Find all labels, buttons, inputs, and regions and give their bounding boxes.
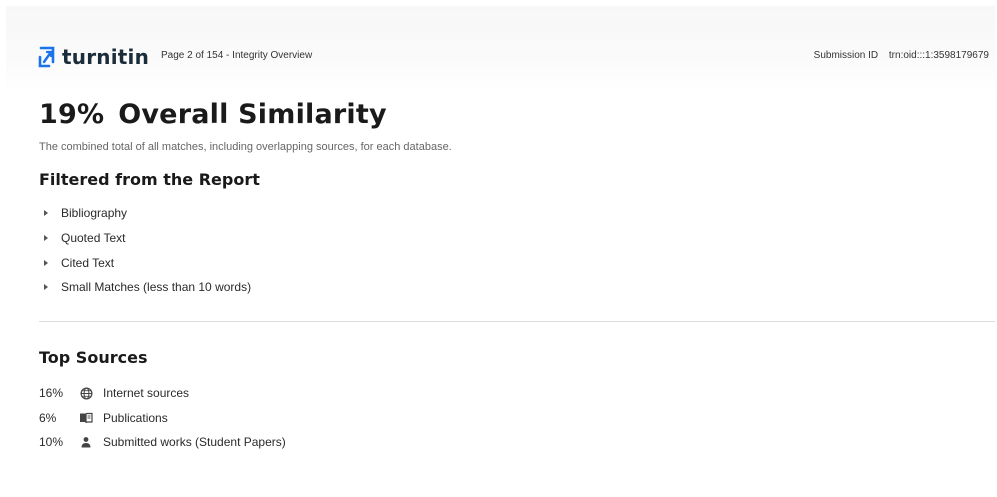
submission-info: Submission ID trn:oid:::1:3598179679 — [814, 50, 989, 61]
source-row-publications: 6% Publications — [39, 405, 995, 430]
similarity-percent: 19% — [39, 99, 105, 130]
book-icon — [79, 411, 93, 425]
top-sources-heading: Top Sources — [39, 347, 148, 367]
report-content: 19% Overall Similarity The combined total… — [39, 98, 995, 454]
source-row-submitted-works: 10% Submitted works (Student Papers) — [39, 430, 995, 455]
source-row-internet: 16% Internet sources — [39, 381, 995, 406]
logo-text: turnitin — [62, 45, 150, 69]
filtered-item-label: Quoted Text — [61, 231, 126, 246]
globe-icon — [79, 386, 93, 400]
filtered-list: Bibliography Quoted Text Cited Text Smal… — [39, 201, 995, 300]
source-label: Internet sources — [103, 386, 190, 400]
bullet-triangle-icon — [44, 235, 48, 242]
page-info: Page 2 of 154 - Integrity Overview — [161, 50, 313, 61]
source-label: Submitted works (Student Papers) — [103, 435, 286, 449]
bullet-triangle-icon — [44, 210, 48, 217]
source-percent: 16% — [39, 386, 64, 400]
report-header: turnitin Page 2 of 154 - Integrity Overv… — [6, 6, 995, 92]
section-divider — [39, 320, 995, 322]
report-page: turnitin Page 2 of 154 - Integrity Overv… — [6, 6, 995, 495]
filtered-item: Quoted Text — [39, 226, 995, 251]
turnitin-logo-icon — [38, 46, 55, 68]
submission-id-value: trn:oid:::1:3598179679 — [888, 50, 989, 61]
source-percent: 6% — [39, 410, 57, 425]
similarity-description: The combined total of all matches, inclu… — [39, 141, 452, 153]
source-percent: 10% — [39, 435, 64, 449]
filtered-item: Bibliography — [39, 201, 995, 226]
top-sources-list: 16% Internet sources 6% Publications 10%… — [39, 381, 995, 455]
bullet-triangle-icon — [44, 259, 48, 266]
filtered-item-label: Small Matches (less than 10 words) — [61, 280, 252, 295]
filtered-heading: Filtered from the Report — [39, 170, 260, 189]
submission-id-label: Submission ID — [813, 50, 879, 61]
overall-similarity-title: 19% Overall Similarity — [39, 98, 995, 132]
filtered-item-label: Cited Text — [61, 255, 115, 270]
turnitin-logo: turnitin — [38, 42, 149, 72]
filtered-item: Small Matches (less than 10 words) — [39, 275, 995, 300]
bullet-triangle-icon — [44, 284, 48, 291]
filtered-item: Cited Text — [39, 250, 995, 275]
person-icon — [79, 435, 93, 449]
filtered-item-label: Bibliography — [61, 206, 128, 221]
source-label: Publications — [103, 410, 168, 425]
similarity-title-text: Overall Similarity — [118, 99, 387, 130]
